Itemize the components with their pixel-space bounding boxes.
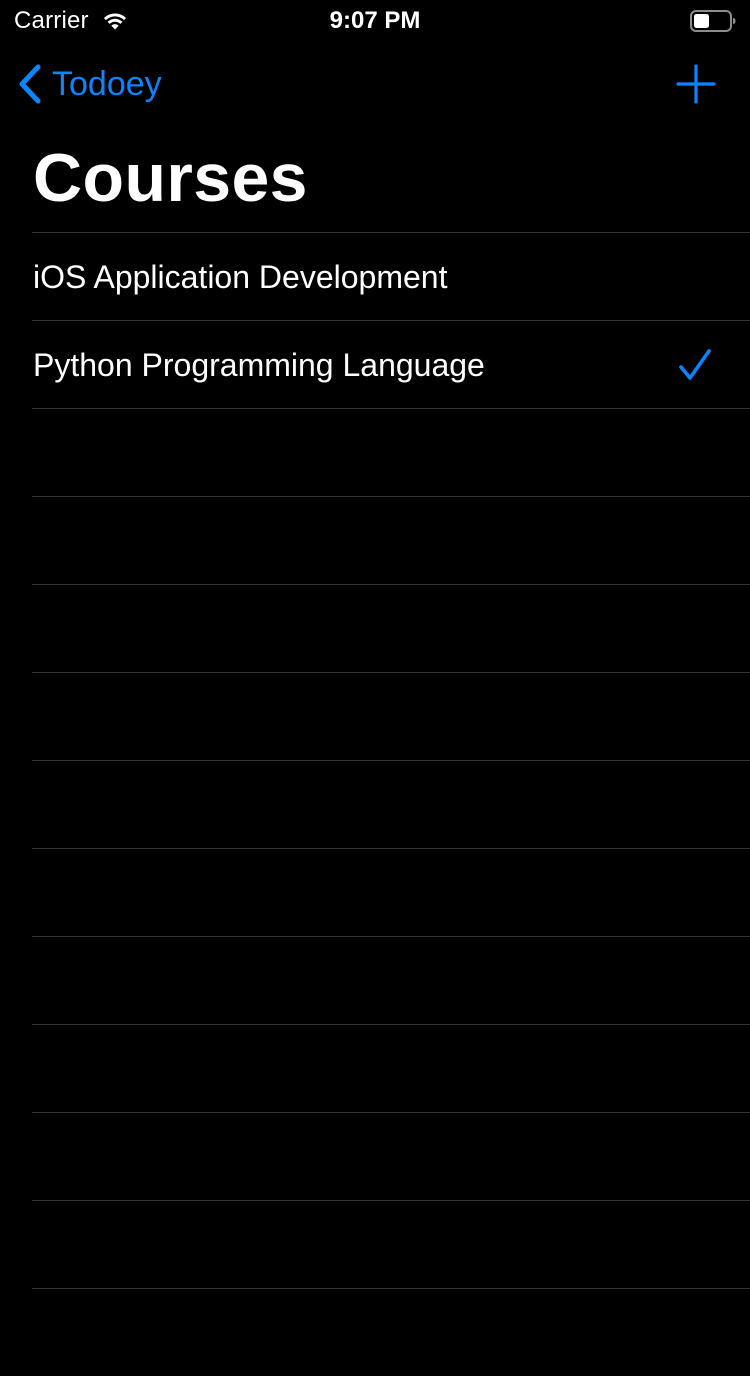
table-row[interactable]: iOS Application Development — [0, 233, 750, 320]
chevron-left-icon — [19, 64, 41, 104]
courses-table: iOS Application Development Python Progr… — [0, 232, 750, 1376]
plus-icon — [676, 64, 716, 104]
back-button-label: Todoey — [52, 65, 162, 103]
empty-row — [0, 1025, 750, 1112]
checkmark-icon — [679, 349, 711, 380]
empty-row — [0, 497, 750, 584]
empty-row — [0, 1201, 750, 1288]
empty-row — [0, 937, 750, 1024]
add-button[interactable] — [676, 64, 716, 104]
battery-icon — [690, 10, 736, 32]
empty-row — [0, 409, 750, 496]
empty-row — [0, 673, 750, 760]
row-label: iOS Application Development — [33, 258, 448, 295]
empty-row — [0, 585, 750, 672]
empty-row — [0, 849, 750, 936]
empty-row — [0, 1113, 750, 1200]
empty-row — [0, 1289, 750, 1376]
row-label: Python Programming Language — [33, 346, 485, 383]
back-button[interactable]: Todoey — [16, 62, 162, 106]
status-bar: Carrier 9:07 PM — [0, 0, 750, 40]
table-row[interactable]: Python Programming Language — [0, 321, 750, 408]
empty-row — [0, 761, 750, 848]
navigation-bar: Todoey — [0, 40, 750, 128]
page-title: Courses — [33, 140, 308, 216]
status-time: 9:07 PM — [329, 7, 421, 34]
